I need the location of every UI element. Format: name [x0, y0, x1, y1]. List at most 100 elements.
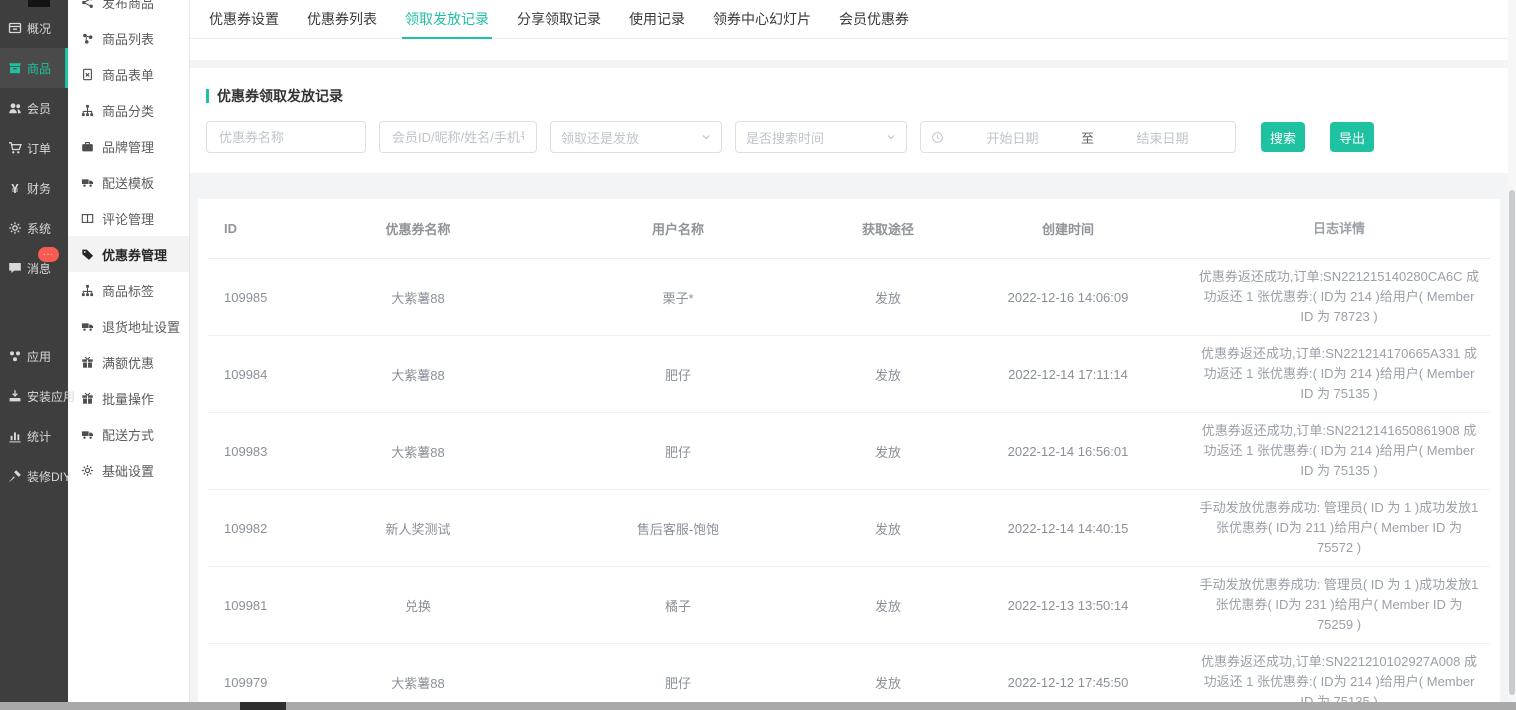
menu-item-goods-form[interactable]: 商品表单 — [68, 56, 189, 92]
panel-title-text: 优惠券领取发放记录 — [217, 86, 343, 106]
cell-channel: 发放 — [828, 365, 948, 384]
date-range-picker[interactable]: 开始日期 至 结束日期 — [920, 121, 1236, 153]
sidebar-item-label: 概况 — [27, 20, 51, 37]
sidebar-item-apps[interactable]: 应用 — [0, 336, 68, 376]
cell-log: 优惠券返还成功,订单:SN221214170665A331 成功返还 1 张优惠… — [1188, 344, 1490, 404]
cell-coupon-name: 大紫薯88 — [308, 288, 528, 307]
menu-item-label: 配送模板 — [102, 173, 154, 192]
clock-icon — [931, 131, 944, 144]
briefcase-icon — [81, 140, 94, 153]
column-header-id: ID — [208, 221, 308, 236]
cell-created: 2022-12-13 13:50:14 — [948, 598, 1188, 613]
time-search-select[interactable]: 是否搜索时间 — [735, 121, 907, 153]
filter-row: 领取还是发放 是否搜索时间 开始日期 至 结束日期 搜索 导出 — [206, 121, 1492, 153]
time-search-placeholder: 是否搜索时间 — [746, 128, 824, 147]
cell-id: 109984 — [208, 367, 308, 382]
sidebar-item-member[interactable]: 会员 — [0, 88, 68, 128]
menu-item-label: 商品列表 — [102, 29, 154, 48]
cell-coupon-name: 大紫薯88 — [308, 365, 528, 384]
menu-item-coupon-manage[interactable]: 优惠券管理 — [68, 236, 189, 272]
vertical-scrollbar[interactable] — [1508, 0, 1516, 702]
cell-id: 109982 — [208, 521, 308, 536]
sidebar-item-finance[interactable]: ¥ 财务 — [0, 168, 68, 208]
menu-item-label: 商品标签 — [102, 281, 154, 300]
column-header-coupon-name: 优惠券名称 — [308, 219, 528, 238]
menu-item-goods-category[interactable]: 商品分类 — [68, 92, 189, 128]
tab-share-records[interactable]: 分享领取记录 — [514, 0, 604, 39]
sidebar-item-diy[interactable]: 装修DIY — [0, 456, 68, 496]
sidebar-item-message[interactable]: 消息 ··· — [0, 248, 68, 288]
cell-log: 优惠券返还成功,订单:SN221215140280CA6C 成功返还 1 张优惠… — [1188, 267, 1490, 327]
column-header-created: 创建时间 — [948, 219, 1188, 238]
sidebar-item-overview[interactable]: 概况 — [0, 8, 68, 48]
sidebar-item-stats[interactable]: 统计 — [0, 416, 68, 456]
cell-channel: 发放 — [828, 673, 948, 692]
bar-chart-icon — [8, 429, 22, 443]
sidebar-item-goods[interactable]: 商品 — [0, 48, 68, 88]
menu-item-return-address[interactable]: 退货地址设置 — [68, 308, 189, 344]
sidebar-item-label: 消息 — [27, 260, 51, 277]
menu-item-goods-list[interactable]: 商品列表 — [68, 20, 189, 56]
date-start-placeholder: 开始日期 — [950, 128, 1075, 147]
menu-item-publish-goods[interactable]: 发布商品 — [68, 0, 189, 20]
cell-channel: 发放 — [828, 288, 948, 307]
column-header-user-name: 用户名称 — [528, 219, 828, 238]
cluster-icon — [81, 32, 94, 45]
sidebar-item-label: 装修DIY — [27, 468, 71, 485]
tab-member-coupons[interactable]: 会员优惠券 — [836, 0, 912, 39]
sidebar-item-order[interactable]: 订单 — [0, 128, 68, 168]
table-row: 109984 大紫薯88 肥仔 发放 2022-12-14 17:11:14 优… — [208, 336, 1490, 413]
menu-item-label: 品牌管理 — [102, 137, 154, 156]
cell-coupon-name: 新人奖测试 — [308, 519, 528, 538]
cell-created: 2022-12-14 14:40:15 — [948, 521, 1188, 536]
cell-log: 手动发放优惠券成功: 管理员( ID 为 1 )成功发放1张优惠券( ID为 2… — [1188, 575, 1490, 635]
menu-item-label: 发布商品 — [102, 0, 154, 12]
cell-created: 2022-12-12 17:45:50 — [948, 675, 1188, 690]
menu-item-basic-settings[interactable]: 基础设置 — [68, 452, 189, 488]
title-accent-bar — [206, 89, 209, 103]
member-search-input[interactable] — [379, 121, 537, 153]
menu-item-goods-tag[interactable]: 商品标签 — [68, 272, 189, 308]
menu-item-label: 商品分类 — [102, 101, 154, 120]
chevron-down-icon — [701, 132, 711, 142]
sidebar-item-label: 订单 — [27, 140, 51, 157]
cell-created: 2022-12-14 17:11:14 — [948, 367, 1188, 382]
coupon-name-input[interactable] — [206, 121, 366, 153]
tab-coupon-list[interactable]: 优惠券列表 — [304, 0, 380, 39]
grant-type-select[interactable]: 领取还是发放 — [550, 121, 722, 153]
sidebar-item-label: 会员 — [27, 100, 51, 117]
menu-item-delivery-method[interactable]: 配送方式 — [68, 416, 189, 452]
menu-item-brand-manage[interactable]: 品牌管理 — [68, 128, 189, 164]
cell-id: 109983 — [208, 444, 308, 459]
menu-item-full-discount[interactable]: 满额优惠 — [68, 344, 189, 380]
export-button[interactable]: 导出 — [1330, 122, 1374, 152]
cell-user-name: 栗子* — [528, 288, 828, 307]
table-header-row: ID 优惠券名称 用户名称 获取途径 创建时间 日志详情 — [208, 199, 1490, 259]
tab-coupon-settings[interactable]: 优惠券设置 — [206, 0, 282, 39]
tag-icon — [81, 248, 94, 261]
search-button[interactable]: 搜索 — [1261, 122, 1305, 152]
horizontal-scrollbar-thumb[interactable] — [240, 702, 286, 710]
sidebar-item-system[interactable]: 系统 — [0, 208, 68, 248]
panel-title: 优惠券领取发放记录 — [206, 86, 1492, 106]
vertical-scrollbar-thumb[interactable] — [1509, 190, 1515, 695]
cell-user-name: 橘子 — [528, 596, 828, 615]
menu-item-delivery-template[interactable]: 配送模板 — [68, 164, 189, 200]
main-content: 优惠券设置 优惠券列表 领取发放记录 分享领取记录 使用记录 领券中心幻灯片 会… — [190, 0, 1508, 702]
message-badge: ··· — [38, 247, 59, 262]
cell-user-name: 售后客服-饱饱 — [528, 519, 828, 538]
horizontal-scrollbar[interactable] — [0, 702, 1516, 710]
tab-use-records[interactable]: 使用记录 — [626, 0, 688, 39]
tab-grant-records[interactable]: 领取发放记录 — [402, 0, 492, 39]
sidebar-item-label: 应用 — [27, 348, 51, 365]
sidebar-item-install-app[interactable]: 安装应用 — [0, 376, 68, 416]
date-end-placeholder: 结束日期 — [1100, 128, 1225, 147]
cell-created: 2022-12-14 16:56:01 — [948, 444, 1188, 459]
filter-panel: 优惠券领取发放记录 领取还是发放 是否搜索时间 开始日期 至 结束日期 搜索 导… — [190, 68, 1508, 173]
tab-coupon-center-slides[interactable]: 领券中心幻灯片 — [710, 0, 814, 39]
truck-icon — [81, 176, 94, 189]
sidebar-item-label: 安装应用 — [27, 388, 75, 405]
menu-item-batch-operate[interactable]: 批量操作 — [68, 380, 189, 416]
menu-item-comment-manage[interactable]: 评论管理 — [68, 200, 189, 236]
cell-id: 109981 — [208, 598, 308, 613]
